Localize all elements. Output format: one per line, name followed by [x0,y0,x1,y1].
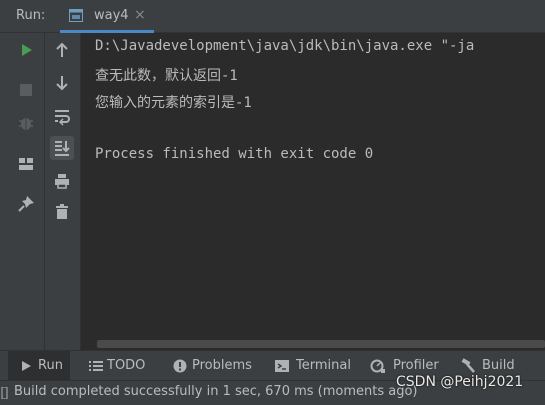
tab-label: Build [482,358,515,373]
arrow-down-icon [56,76,68,91]
horizontal-scrollbar[interactable] [97,340,545,348]
scroll-to-end-icon [55,141,70,156]
stop-icon [20,84,32,96]
tab-label: Problems [192,358,252,373]
run-label: Run: [16,8,46,23]
layout-button[interactable] [14,152,38,176]
clear-all-button[interactable] [50,200,74,224]
scroll-up-button[interactable] [50,38,74,62]
console-line: Process finished with exit code 0 [95,146,374,162]
play-icon [22,44,32,56]
tab-todo[interactable]: TODO [86,351,148,380]
tab-label: Profiler [393,358,439,373]
hammer-icon [461,358,475,373]
tab-problems[interactable]: Problems [170,351,256,380]
profiler-icon [370,359,385,373]
pin-icon [18,196,34,212]
tab-terminal[interactable]: Terminal [274,351,354,380]
tab-label: Run [38,358,63,373]
tab-way4[interactable]: way4 × [60,0,154,33]
rerun-button[interactable] [14,38,38,62]
scroll-to-end-button[interactable] [50,136,74,160]
console-actions-toolbar [45,33,81,350]
soft-wrap-button[interactable] [50,104,74,128]
info-circle-icon [173,359,187,373]
console-line: 查无此数，默认返回-1 [95,68,238,84]
layout-icon [19,158,33,170]
close-icon[interactable]: × [134,7,146,23]
tab-label: way4 [94,8,129,23]
console-line: D:\Javadevelopment\java\jdk\bin\java.exe… [95,38,475,54]
run-toolwindow-header: Run: way4 × [0,0,545,33]
pin-button[interactable] [14,192,38,216]
scroll-down-button[interactable] [50,71,74,95]
run-actions-toolbar [7,33,45,350]
print-button[interactable] [50,169,74,193]
printer-icon [55,174,69,189]
console-output[interactable]: D:\Javadevelopment\java\jdk\bin\java.exe… [81,33,545,350]
tab-label: Terminal [296,358,351,373]
stop-button[interactable] [14,78,38,102]
arrow-up-icon [56,42,68,57]
bug-icon [19,118,33,130]
watermark: CSDN @Peihj2021 [396,374,524,390]
console-line: 您输入的元素的索引是-1 [95,95,252,111]
debug-button[interactable] [14,111,38,135]
tab-run[interactable]: Run [8,351,70,380]
terminal-icon [275,360,289,372]
play-icon [22,361,31,371]
application-icon [69,9,83,22]
trash-icon [56,204,68,219]
list-icon [89,361,103,371]
status-message[interactable]: Build completed successfully in 1 sec, 6… [14,384,418,399]
status-icon [1,387,8,399]
tab-label: TODO [107,358,146,373]
soft-wrap-icon [55,110,70,126]
